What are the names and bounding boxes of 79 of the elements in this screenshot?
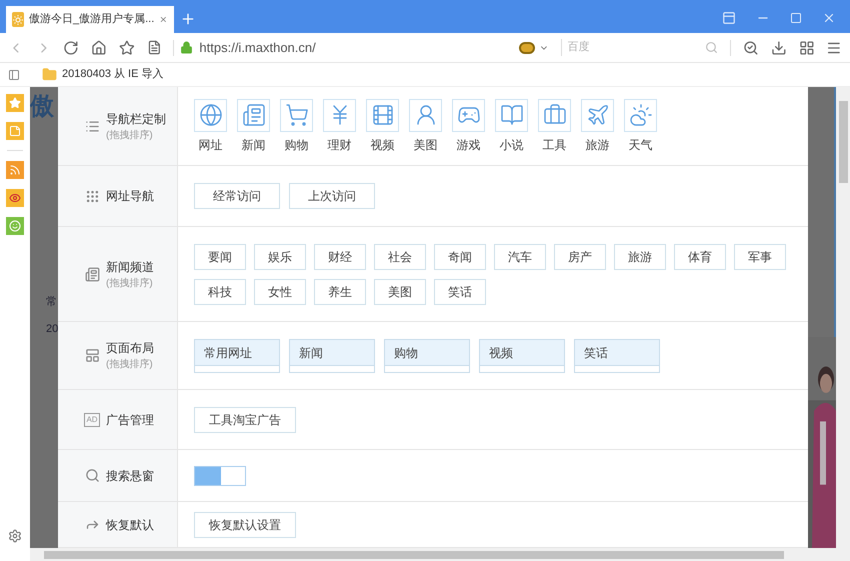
- layout-block[interactable]: 常用网址: [194, 338, 280, 372]
- browser-tab[interactable]: 傲游今日_傲游用户专属...: [6, 6, 174, 33]
- tab-title: 傲游今日_傲游用户专属...: [29, 12, 154, 28]
- folder-icon: [42, 67, 57, 82]
- row-hint: (拖拽排序): [106, 276, 154, 290]
- option-button[interactable]: 经常访问: [194, 183, 280, 209]
- sun-logo-icon: [12, 12, 24, 27]
- globe-icon: [198, 103, 222, 127]
- rss-icon[interactable]: [6, 161, 24, 179]
- channel-tag[interactable]: 科技: [194, 278, 246, 304]
- page-text: 20: [46, 324, 58, 335]
- horizontal-scrollbar[interactable]: [30, 548, 850, 561]
- ad-label: AD: [84, 412, 100, 426]
- note-icon[interactable]: [6, 122, 24, 140]
- film-icon: [370, 103, 394, 127]
- channel-tag[interactable]: 娱乐: [254, 244, 306, 270]
- row-label: 广告管理: [106, 412, 154, 428]
- channel-tag[interactable]: 房产: [554, 244, 606, 270]
- row-label: 网址导航: [106, 188, 154, 205]
- channel-tag[interactable]: 旅游: [614, 244, 666, 270]
- apps-icon: [798, 40, 814, 56]
- channel-tag[interactable]: 财经: [314, 244, 366, 270]
- sidebar-toggle-icon: [8, 68, 20, 80]
- layout-block[interactable]: 笑话: [574, 338, 660, 372]
- download-icon: [770, 40, 787, 56]
- channel-tag[interactable]: 美图: [374, 278, 426, 304]
- search-icon: [84, 468, 100, 483]
- cloud-sun-icon: [628, 103, 652, 127]
- cart-icon: [284, 103, 308, 127]
- channel-tag[interactable]: 奇闻: [434, 244, 486, 270]
- search-field[interactable]: 百度: [568, 39, 706, 56]
- channel-tag[interactable]: 体育: [674, 244, 726, 270]
- row-hint: (拖拽排序): [106, 128, 154, 142]
- new-tab-icon: [180, 11, 196, 27]
- layout-block[interactable]: 视频: [479, 338, 565, 372]
- book-icon: [500, 103, 524, 127]
- newspaper-icon: [84, 266, 100, 282]
- reload-icon: [63, 40, 80, 56]
- layout-icon: [84, 348, 100, 363]
- smile-icon[interactable]: [6, 217, 24, 235]
- layout-block[interactable]: 购物: [384, 338, 470, 372]
- option-button[interactable]: 恢复默认设置: [194, 512, 296, 538]
- page-text: 常: [46, 297, 58, 308]
- plane-icon: [586, 103, 610, 127]
- channel-tag[interactable]: 笑话: [434, 278, 486, 304]
- option-button[interactable]: 上次访问: [289, 183, 375, 209]
- grid-dots-icon: [84, 188, 100, 204]
- close-icon: [159, 14, 168, 25]
- newspaper-icon: [242, 103, 266, 127]
- row-label: 恢复默认: [106, 516, 154, 534]
- reader-icon: [146, 40, 162, 55]
- eye-icon[interactable]: [6, 189, 24, 207]
- toggle-switch[interactable]: [194, 466, 246, 486]
- search-icon[interactable]: [705, 41, 718, 54]
- star-icon: [118, 40, 135, 56]
- layout-block[interactable]: 新闻: [289, 338, 375, 372]
- channel-tag[interactable]: 养生: [314, 278, 366, 304]
- channel-tag[interactable]: 女性: [254, 278, 306, 304]
- row-label: 新闻频道: [106, 258, 154, 276]
- lock-icon: [180, 41, 194, 54]
- row-label: 导航栏定制: [106, 110, 166, 128]
- option-button[interactable]: 工具淘宝广告: [194, 406, 296, 432]
- list-icon: [84, 118, 100, 134]
- home-icon: [91, 40, 107, 56]
- channel-tag[interactable]: 汽车: [494, 244, 546, 270]
- bookmark-folder[interactable]: 20180403 从 IE 导入: [42, 66, 164, 83]
- channel-tag[interactable]: 要闻: [194, 244, 246, 270]
- channel-tag[interactable]: 社会: [374, 244, 426, 270]
- close-icon: [822, 11, 836, 25]
- row-hint: (拖拽排序): [106, 358, 154, 372]
- channel-tag[interactable]: 军事: [734, 244, 786, 270]
- vertical-scrollbar[interactable]: [836, 87, 850, 548]
- url-field[interactable]: https://i.maxthon.cn/: [180, 38, 496, 58]
- settings-icon[interactable]: [8, 529, 22, 543]
- search-icon: [743, 40, 759, 56]
- layout-icon: [722, 11, 736, 25]
- maximize-icon: [790, 12, 802, 24]
- row-label: 搜索悬窗: [106, 468, 154, 484]
- row-label: 页面布局: [106, 340, 154, 357]
